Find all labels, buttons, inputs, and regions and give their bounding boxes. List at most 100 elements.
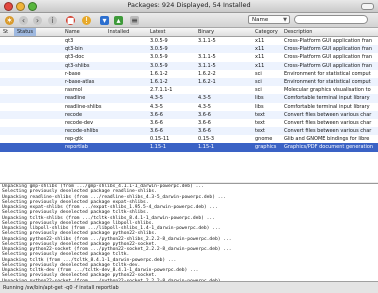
cell-name: readline-shlibs <box>65 103 102 110</box>
column-header[interactable]: Installed <box>108 29 129 35</box>
stop-icon[interactable]: ■ <box>66 16 75 25</box>
status-bar: Running /sw/bin/apt-get -q0 -f install r… <box>0 281 378 293</box>
cell-description: Environment for statistical comput <box>284 78 371 85</box>
cell-binary: 0.15-3 <box>198 136 215 143</box>
table-row[interactable]: qt3 3.0.5-9 3.1.1-5 x11 Cross-Platform GUI a… <box>0 37 378 45</box>
cell-latest: 1.6.1-2 <box>150 70 168 77</box>
cell-latest: 1.15-1 <box>150 144 167 151</box>
window-title: Packages: 924 Displayed, 54 Installed <box>127 1 251 9</box>
table-row[interactable]: readline 4.3-5 4.3-5 libs Comfortable termin… <box>0 94 378 103</box>
cell-category: sci <box>255 78 262 85</box>
cell-description: Convert files between various char <box>284 111 372 118</box>
table-row[interactable]: qt3-shlibs 3.0.5-9 3.1.1-5 x11 Cross-Platfor… <box>0 61 378 70</box>
cell-latest: 0.15-11 <box>150 136 170 143</box>
table-row[interactable]: recode-shlibs 3.6-6 3.6-6 text Convert files… <box>0 127 378 136</box>
cell-description: Environment for statistical comput <box>284 70 371 77</box>
cell-name: qt3-bin <box>65 46 83 53</box>
cell-category: x11 <box>255 38 265 44</box>
install-icon[interactable]: ▾ <box>100 16 109 25</box>
column-header[interactable]: Name <box>65 29 80 35</box>
column-header[interactable]: Category <box>255 29 278 35</box>
table-row[interactable]: r-base 1.6.1-2 1.6.2-2 sci Environment for s… <box>0 70 378 78</box>
burst-icon[interactable]: ✶ <box>5 16 14 25</box>
cell-latest: 1.6.1-2 <box>150 78 168 85</box>
search-field-label: Name <box>252 17 269 23</box>
cell-name: recode <box>65 111 83 118</box>
table-row[interactable]: qt3-bin 3.0.5-9 x11 Cross-Platform GUI appl… <box>0 45 378 54</box>
cell-category: text <box>255 119 265 126</box>
cell-name: recode-shlibs <box>65 128 99 135</box>
cell-category: sci <box>255 70 262 77</box>
cell-description: Cross-Platform GUI application fran <box>284 62 373 69</box>
cell-description: Cross-Platform GUI application fran <box>284 46 373 53</box>
cell-name: rep-gtk <box>65 136 84 143</box>
cell-name: r-base-atlas <box>65 78 95 85</box>
table-row[interactable]: qt3-doc 3.0.5-9 3.1.1-5 x11 Cross-Platform G… <box>0 53 378 61</box>
cell-description: Comfortable terminal input library <box>284 103 370 110</box>
cell-latest: 4.3-5 <box>150 103 163 110</box>
column-header[interactable]: Binary <box>198 29 214 35</box>
cell-latest: 3.0.5-9 <box>150 46 168 53</box>
cell-description: Comfortable terminal input library <box>284 95 370 102</box>
search-field-select[interactable]: Name ▼ <box>248 15 290 24</box>
cell-binary: 3.6-6 <box>198 128 211 135</box>
cell-category: sci <box>255 87 262 94</box>
cell-description: Convert files between various char <box>284 119 372 126</box>
cell-description: Convert files between various char <box>284 128 372 135</box>
cell-name: qt3-doc <box>65 54 85 61</box>
title-bar: Packages: 924 Displayed, 54 Installed <box>0 0 378 13</box>
cell-latest: 3.0.5-9 <box>150 38 168 44</box>
list-icon[interactable]: ≡ <box>130 16 139 25</box>
cell-binary: 1.6.2-1 <box>198 78 216 85</box>
cell-binary: 3.6-6 <box>198 119 211 126</box>
table-row[interactable]: recode 3.6-6 3.6-6 text Convert files betwee… <box>0 110 378 119</box>
warning-icon[interactable]: ! <box>82 16 91 25</box>
cell-binary: 1.15-1 <box>198 144 215 151</box>
cell-name: qt3-shlibs <box>65 62 90 69</box>
cell-category: text <box>255 128 265 135</box>
search-input[interactable] <box>294 15 368 24</box>
cell-category: libs <box>255 103 264 110</box>
cell-name: reportlab <box>65 144 88 151</box>
table-row[interactable]: readline-shlibs 4.3-5 4.3-5 libs Comfortable… <box>0 103 378 111</box>
cell-latest: 3.0.5-9 <box>150 54 168 61</box>
cell-description: Graphics/PDF document generation <box>284 144 374 151</box>
cell-latest: 3.6-6 <box>150 119 163 126</box>
cell-latest: 3.6-6 <box>150 111 163 118</box>
package-table: St Status Name Installed Latest Binary C… <box>0 28 378 182</box>
cell-name: qt3 <box>65 38 74 44</box>
output-log: Unpacking gmp-shlibs (from .../gmp-shlib… <box>0 183 378 282</box>
package-manager-window: Packages: 924 Displayed, 54 Installed ✶ … <box>0 0 378 293</box>
column-header[interactable]: St <box>3 29 8 35</box>
cell-latest: 3.6-6 <box>150 128 163 135</box>
table-row[interactable]: rasmol 2.7.1.1-1 sci Molecular graphics vis… <box>0 86 378 94</box>
cell-name: rasmol <box>65 87 83 94</box>
cell-binary: 1.6.2-2 <box>198 70 216 77</box>
cell-name: recode-dev <box>65 119 94 126</box>
table-body: qt3 3.0.5-9 3.1.1-5 x11 Cross-Platform GUI a… <box>0 37 378 152</box>
table-row[interactable]: rep-gtk 0.15-11 0.15-3 gnome Glib and GNOME … <box>0 135 378 143</box>
column-header[interactable]: Status <box>14 28 36 36</box>
cell-category: text <box>255 111 265 118</box>
table-row-selected[interactable]: reportlab 1.15-1 1.15-1 graphics Graphics/PD… <box>0 143 378 152</box>
cell-description: Cross-Platform GUI application fran <box>284 54 373 61</box>
table-row[interactable]: recode-dev 3.6-6 3.6-6 text Convert files be… <box>0 119 378 127</box>
cell-name: readline <box>65 95 86 102</box>
info-icon[interactable]: i <box>48 16 57 25</box>
cell-binary: 3.6-6 <box>198 111 211 118</box>
cell-binary: 3.1.1-5 <box>198 38 216 44</box>
toolbar-toggle-button[interactable] <box>361 3 374 10</box>
column-header[interactable]: Description <box>284 29 312 35</box>
table-row[interactable]: r-base-atlas 1.6.1-2 1.6.2-1 sci Environment… <box>0 77 378 87</box>
cell-latest: 3.0.5-9 <box>150 62 168 69</box>
update-icon[interactable]: ▴ <box>114 16 123 25</box>
chevron-down-icon: ▼ <box>283 17 287 23</box>
forward-icon[interactable]: › <box>33 16 42 25</box>
cell-name: r-base <box>65 70 81 77</box>
back-icon[interactable]: ‹ <box>19 16 28 25</box>
cell-category: libs <box>255 95 264 102</box>
cell-description: Cross-Platform GUI application fran <box>284 38 373 44</box>
cell-category: x11 <box>255 62 265 69</box>
cell-category: graphics <box>255 144 277 151</box>
column-header[interactable]: Latest <box>150 29 165 35</box>
